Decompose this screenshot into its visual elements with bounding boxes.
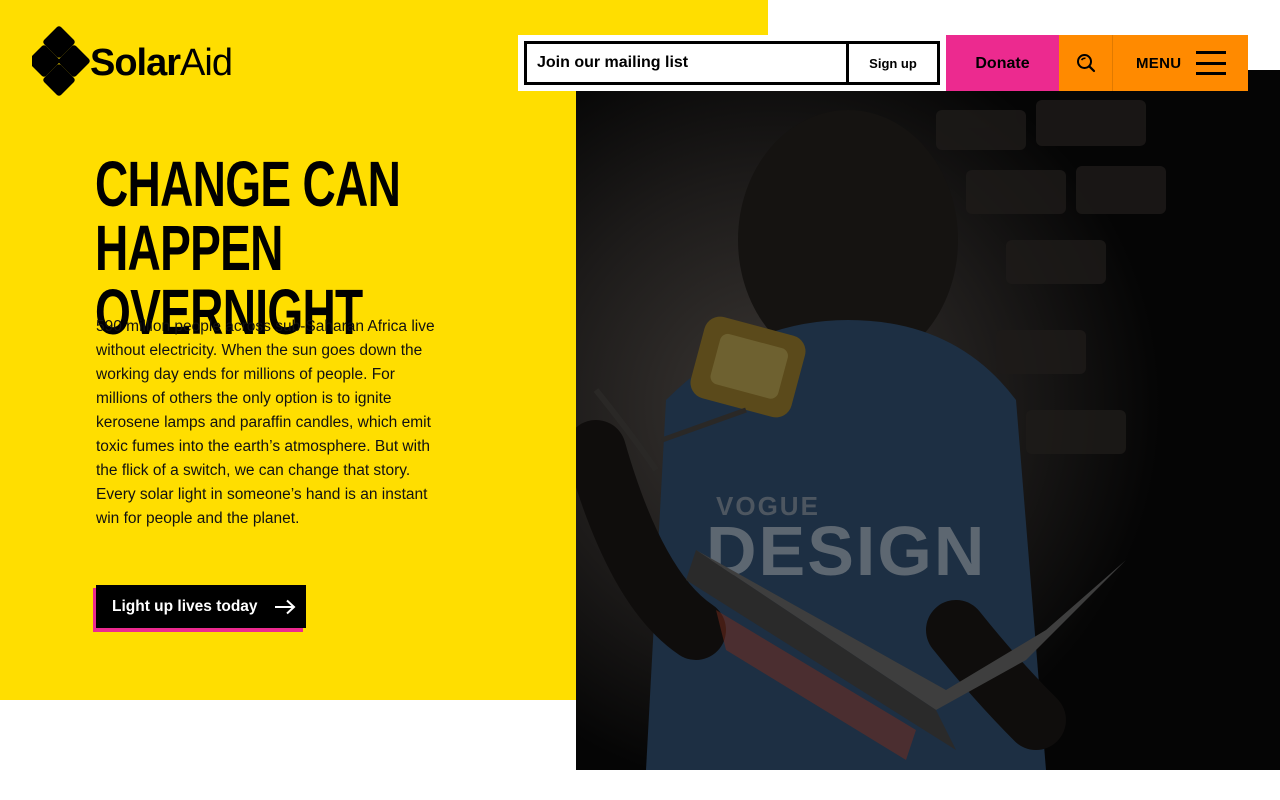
search-icon [1076,54,1095,73]
light-up-lives-button[interactable]: Light up lives today [96,585,306,628]
arrow-right-icon [275,599,296,615]
hamburger-icon [1196,51,1227,75]
mailing-list-form: Join our mailing list Sign up [518,35,946,91]
shirt-print-text-large: DESIGN [706,512,986,590]
logo-wordmark: SolarAid [90,41,233,85]
hero-photo: VOGUE DESIGN [576,70,1280,770]
logo-wordmark-bold: Solar [90,41,181,84]
donate-button[interactable]: Donate [946,35,1059,91]
menu-button[interactable]: MENU [1113,35,1248,91]
cta-label: Light up lives today [112,597,258,615]
menu-label: MENU [1136,54,1182,72]
search-button[interactable] [1059,35,1113,91]
logo-diamonds-icon [32,26,90,96]
hero-headline-line-1: CHANGE CAN HAPPEN [95,148,401,284]
sign-up-button[interactable]: Sign up [846,41,940,85]
mailing-list-input[interactable]: Join our mailing list [524,41,846,85]
solaraid-logo[interactable]: SolarAid [32,20,233,106]
hero-body-text: 590 million people across sub-Saharan Af… [96,318,435,527]
logo-wordmark-light: Aid [180,41,233,84]
